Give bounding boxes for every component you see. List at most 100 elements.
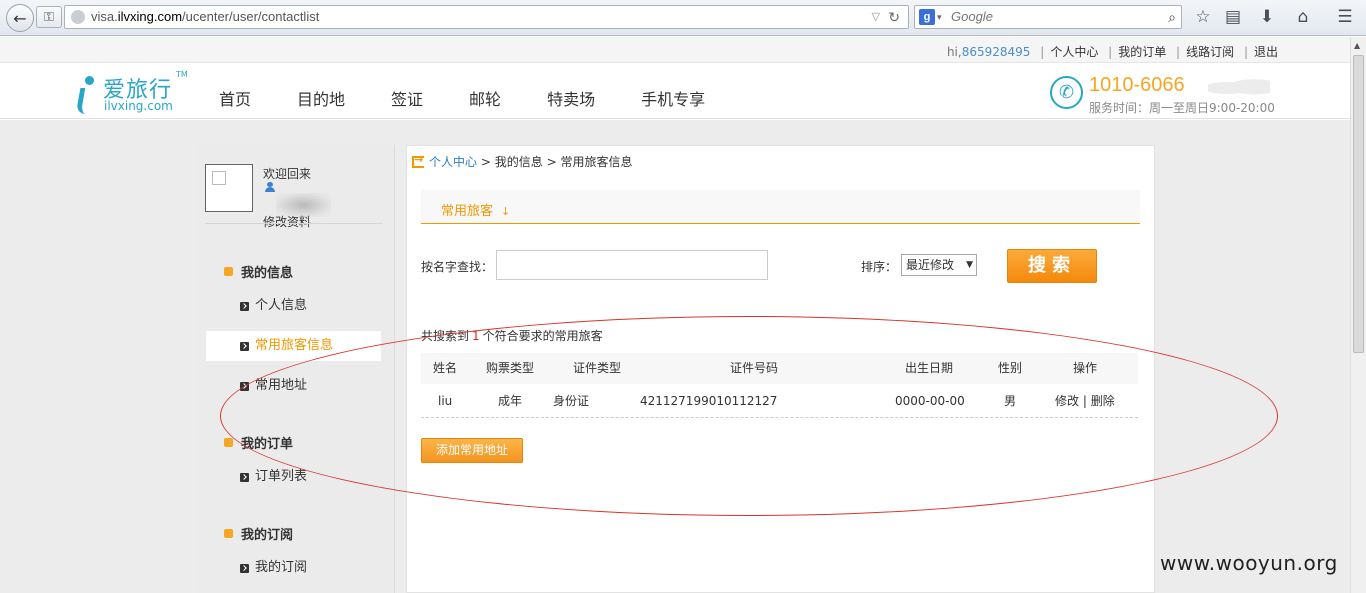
- result-summary: 共搜索到 1 个符合要求的常用旅客: [421, 327, 603, 344]
- main-panel: 个人中心 > 我的信息 > 常用旅客信息 常用旅客 ↓ 按名字查找： 排序： 最近…: [406, 145, 1155, 593]
- result-prefix: 共搜索到: [421, 329, 470, 343]
- toplink-logout[interactable]: 退出: [1254, 45, 1278, 59]
- sidebar-item-personal-info[interactable]: 个人信息: [206, 291, 381, 321]
- nav-home[interactable]: 首页: [219, 86, 251, 110]
- reload-icon[interactable]: ↻: [888, 6, 900, 28]
- chevron-right-icon: [240, 473, 249, 482]
- breadcrumb-sep: >: [546, 155, 557, 169]
- welcome-text: 欢迎回来: [263, 167, 312, 181]
- sidebar-item-order-list[interactable]: 订单列表: [206, 462, 381, 492]
- row-actions: 修改 | 删除: [1055, 384, 1115, 418]
- bookmark-star-icon[interactable]: ☆: [1191, 6, 1215, 28]
- main-nav: 首页 目的地 签证 邮轮 特卖场 手机专享: [219, 86, 751, 110]
- sort-label: 排序：: [861, 260, 898, 274]
- globe-icon: [71, 10, 85, 24]
- toplink-user-center[interactable]: 个人中心: [1050, 45, 1098, 59]
- top-links-bar: hi,865928495 | 个人中心 | 我的订单 | 线路订阅 | 退出: [0, 37, 1350, 63]
- action-separator: |: [1082, 394, 1087, 408]
- col-id-type: 证件类型: [573, 361, 622, 375]
- page-scrollbar[interactable]: ▲: [1350, 37, 1366, 593]
- sidebar-item-label: 订单列表: [255, 469, 308, 484]
- sidebar: 欢迎回来 修改资料 我的信息 个人信息 常用旅客信息 常用地址 我的订单 订单列…: [196, 145, 395, 593]
- toplink-route-subscription[interactable]: 线路订阅: [1186, 45, 1234, 59]
- phone-number: 1010-6066: [1089, 74, 1185, 96]
- breadcrumb-level3: 常用旅客信息: [560, 155, 633, 169]
- dropdown-arrow-icon: ▼: [966, 260, 973, 270]
- sidebar-item-label: 常用地址: [255, 378, 308, 393]
- tab-label: 常用旅客: [441, 204, 494, 219]
- logo-domain[interactable]: ilvxing.com: [104, 99, 173, 113]
- search-icon[interactable]: ⌕: [1168, 6, 1176, 28]
- nav-visa[interactable]: 签证: [391, 86, 423, 110]
- sidebar-item-frequent-travelers[interactable]: 常用旅客信息: [206, 331, 381, 361]
- sidebar-item-label: 常用旅客信息: [255, 338, 334, 353]
- search-engine-field[interactable]: g ▾ Google ⌕: [914, 5, 1182, 29]
- cell-id-number: 421127199010112127: [640, 394, 778, 408]
- edit-link[interactable]: 修改: [1055, 394, 1079, 408]
- browser-toolbar: ← ⚿ visa.ilvxing.com/ucenter/user/contac…: [0, 0, 1366, 36]
- user-icon: [264, 182, 276, 192]
- reading-list-icon[interactable]: ▤: [1221, 6, 1245, 28]
- sidebar-item-label: 我的订阅: [255, 560, 308, 575]
- search-label: 按名字查找：: [421, 260, 494, 274]
- world-map-icon: [1208, 76, 1270, 100]
- home-icon[interactable]: ⌂: [1291, 6, 1315, 28]
- nav-destination[interactable]: 目的地: [297, 86, 345, 110]
- name-search-input[interactable]: [496, 250, 768, 280]
- logo-mark-icon[interactable]: [75, 76, 98, 114]
- nav-cruise[interactable]: 邮轮: [469, 86, 501, 110]
- cell-id-type: 身份证: [553, 394, 590, 408]
- url-prefix: visa.: [91, 9, 118, 24]
- down-arrow-icon: ↓: [501, 205, 511, 218]
- result-suffix: 个符合要求的常用旅客: [482, 329, 603, 343]
- sort-select[interactable]: 最近修改 ▼: [901, 254, 977, 276]
- table-header: 姓名 购票类型 证件类型 证件号码 出生日期 性别 操作: [421, 353, 1138, 384]
- dropdown-arrow-icon[interactable]: ▽: [872, 6, 880, 28]
- nav-mobile[interactable]: 手机专享: [641, 86, 705, 110]
- service-hours: 服务时间：周一至周日9:00-20:00: [1089, 101, 1275, 115]
- sidebar-item-label: 个人信息: [255, 298, 308, 313]
- logo-trademark: TM: [176, 70, 188, 79]
- section-bullet-icon: [224, 267, 233, 276]
- breadcrumb-root[interactable]: 个人中心: [429, 155, 477, 169]
- chevron-right-icon: [240, 302, 249, 311]
- menu-icon[interactable]: ☰: [1333, 6, 1357, 28]
- tab-frequent-travelers[interactable]: 常用旅客 ↓: [441, 200, 510, 219]
- user-id[interactable]: 865928495: [962, 45, 1031, 59]
- search-button[interactable]: 搜索: [1007, 249, 1097, 283]
- watermark: www.wooyun.org: [1160, 551, 1338, 575]
- url-domain: ilvxing.com: [117, 9, 183, 24]
- toplink-my-orders[interactable]: 我的订单: [1118, 45, 1166, 59]
- google-icon[interactable]: g: [919, 9, 935, 25]
- avatar[interactable]: [205, 164, 253, 212]
- greeting: hi,: [946, 45, 962, 59]
- breadcrumb-sep: >: [480, 155, 491, 169]
- delete-link[interactable]: 删除: [1091, 394, 1115, 408]
- sort-value: 最近修改: [906, 258, 955, 272]
- breadcrumb-level2[interactable]: 我的信息: [495, 155, 543, 169]
- section-title: 我的信息: [241, 266, 294, 281]
- tab-bar: 常用旅客 ↓: [421, 190, 1140, 224]
- key-icon[interactable]: ⚿: [36, 6, 62, 28]
- edit-profile-link[interactable]: 修改资料: [263, 213, 311, 230]
- engine-dropdown-icon[interactable]: ▾: [937, 6, 942, 28]
- download-icon[interactable]: ⬇: [1255, 6, 1279, 28]
- cell-gender: 男: [1004, 394, 1017, 408]
- col-birth-date: 出生日期: [905, 361, 954, 375]
- scroll-thumb[interactable]: [1353, 55, 1364, 353]
- add-address-button[interactable]: 添加常用地址: [421, 438, 523, 463]
- cell-ticket-type: 成年: [498, 394, 523, 408]
- col-gender: 性别: [998, 361, 1023, 375]
- sidebar-item-my-subscriptions[interactable]: 我的订阅: [206, 553, 381, 583]
- chevron-right-icon: [240, 342, 249, 351]
- scroll-up-arrow-icon[interactable]: ▲: [1354, 41, 1360, 50]
- col-ticket-type: 购票类型: [486, 361, 535, 375]
- address-bar[interactable]: visa.ilvxing.com/ucenter/user/contactlis…: [64, 5, 909, 29]
- section-my-info: 我的信息: [224, 262, 293, 281]
- sidebar-item-frequent-address[interactable]: 常用地址: [206, 371, 381, 401]
- travelers-table: 姓名 购票类型 证件类型 证件号码 出生日期 性别 操作 liu 成年 身份证 …: [421, 353, 1138, 418]
- col-actions: 操作: [1073, 361, 1098, 375]
- section-title: 我的订阅: [241, 528, 294, 543]
- back-arrow-icon[interactable]: ←: [6, 4, 34, 32]
- nav-sale[interactable]: 特卖场: [547, 86, 595, 110]
